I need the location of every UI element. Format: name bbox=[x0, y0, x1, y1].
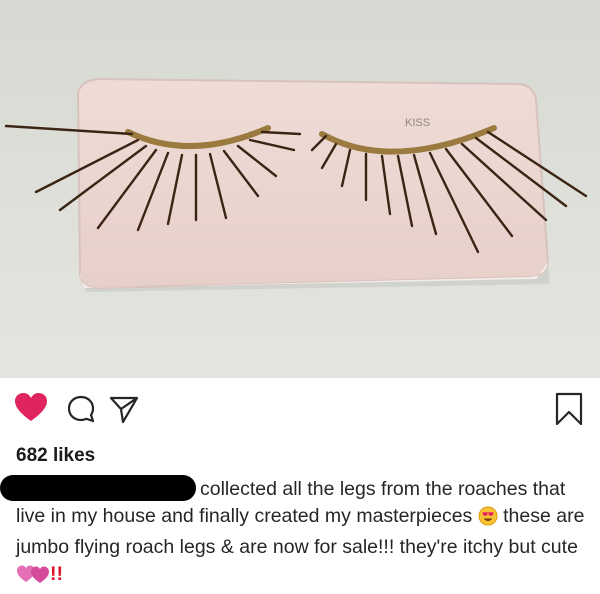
redacted-username bbox=[0, 475, 196, 501]
brand-label: KISS bbox=[405, 117, 430, 129]
share-icon[interactable] bbox=[108, 394, 140, 429]
post-caption: collected all the legs from the roaches … bbox=[0, 475, 591, 592]
instagram-post: KISS 682 likes collected all the legs fr… bbox=[0, 0, 600, 594]
like-count[interactable]: 682 likes bbox=[16, 445, 95, 467]
heart-eyes-emoji-icon bbox=[478, 506, 498, 534]
post-photo[interactable]: KISS bbox=[0, 0, 600, 378]
exclamation-marks: !! bbox=[50, 563, 63, 585]
two-hearts-emoji-icon bbox=[16, 564, 50, 592]
comment-icon[interactable] bbox=[66, 394, 96, 429]
post-action-bar bbox=[0, 378, 600, 436]
heart-icon[interactable] bbox=[14, 392, 48, 427]
bookmark-icon[interactable] bbox=[554, 392, 584, 431]
